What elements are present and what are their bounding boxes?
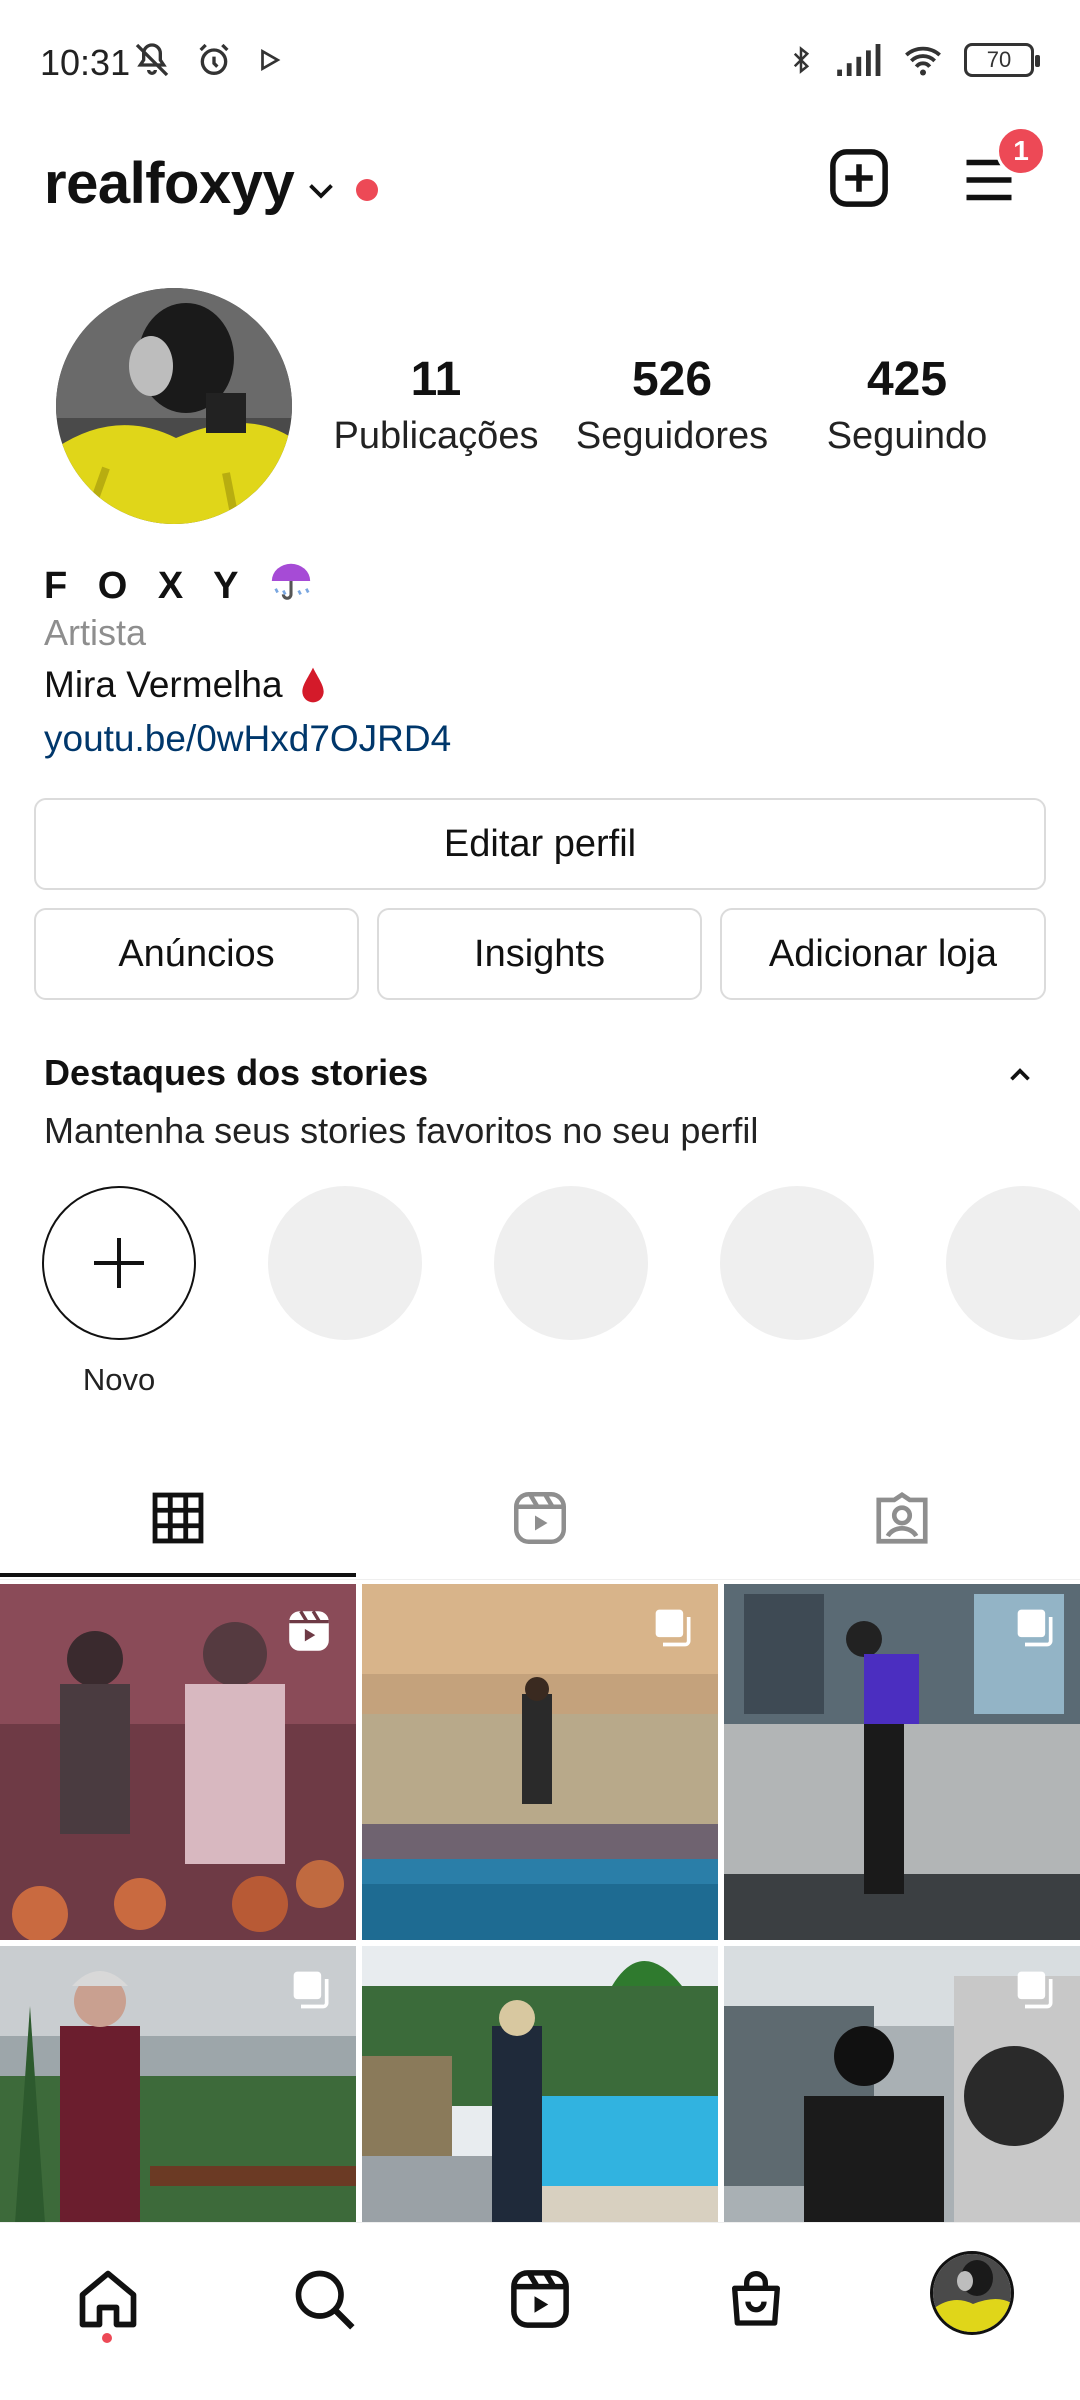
alarm-icon xyxy=(199,43,229,75)
reels-icon xyxy=(511,2270,569,2328)
battery-icon: 70 xyxy=(964,43,1040,77)
post-grid xyxy=(0,1584,1080,2224)
carousel-icon xyxy=(655,1609,691,1647)
chevron-up-icon[interactable] xyxy=(1003,1058,1037,1092)
highlights-title: Destaques dos stories xyxy=(44,1052,429,1093)
bluetooth-icon xyxy=(793,46,810,74)
status-time: 10:31 xyxy=(40,42,131,83)
highlight-placeholder xyxy=(494,1186,648,1340)
profile-tabs xyxy=(0,1460,1080,1580)
post-thumbnail[interactable] xyxy=(362,1584,718,1940)
shop-icon xyxy=(732,2271,780,2326)
post-thumbnail[interactable] xyxy=(0,1946,356,2224)
post-thumbnail[interactable] xyxy=(724,1946,1080,2224)
umbrella-icon xyxy=(272,563,311,600)
chevron-down-icon[interactable] xyxy=(303,172,339,208)
bottom-nav xyxy=(0,2222,1080,2400)
carousel-icon xyxy=(1017,1609,1053,1647)
profile-bio: Mira Vermelha xyxy=(44,664,329,706)
tab-grid[interactable] xyxy=(0,1460,356,1577)
tagged-icon xyxy=(876,1491,928,1544)
edit-profile-button[interactable]: Editar perfil xyxy=(34,798,1046,890)
profile-header: realfoxyy 1 xyxy=(0,126,1080,240)
notification-badge: 1 xyxy=(996,126,1046,176)
highlight-placeholder xyxy=(268,1186,422,1340)
ads-button[interactable]: Anúncios xyxy=(34,908,359,1000)
nav-search[interactable] xyxy=(284,2259,364,2339)
post-thumbnail[interactable] xyxy=(0,1584,356,1940)
new-highlight-button[interactable] xyxy=(42,1186,196,1340)
new-highlight-label: Novo xyxy=(82,1362,156,1397)
display-name: F O X Y xyxy=(44,558,314,608)
stat-following[interactable]: 425 Seguindo xyxy=(787,352,1027,458)
tab-tagged[interactable] xyxy=(724,1460,1080,1576)
highlight-placeholder xyxy=(946,1186,1080,1340)
stat-posts[interactable]: 11 Publicações xyxy=(316,352,556,458)
home-icon xyxy=(79,2270,137,2328)
carousel-icon xyxy=(293,1971,329,2009)
nav-shop[interactable] xyxy=(716,2259,796,2339)
profile-link[interactable]: youtu.be/0wHxd7OJRD4 xyxy=(44,718,451,760)
signal-icon xyxy=(837,44,881,76)
plus-icon xyxy=(94,1238,144,1288)
username[interactable]: realfoxyy xyxy=(44,150,295,217)
home-notification-dot xyxy=(102,2333,112,2343)
profile-avatar[interactable] xyxy=(930,2251,1014,2335)
nav-reels[interactable] xyxy=(500,2259,580,2339)
mute-icon xyxy=(135,43,169,77)
add-shop-button[interactable]: Adicionar loja xyxy=(720,908,1046,1000)
avatar[interactable] xyxy=(56,288,292,524)
drop-icon xyxy=(301,667,324,703)
add-post-icon[interactable] xyxy=(826,145,892,211)
post-thumbnail[interactable] xyxy=(362,1946,718,2224)
tab-reels[interactable] xyxy=(362,1460,718,1576)
reel-indicator-icon xyxy=(289,1610,329,1651)
reels-icon xyxy=(514,1492,566,1544)
insights-button[interactable]: Insights xyxy=(377,908,702,1000)
status-bar: 10:31 70 xyxy=(0,0,1080,130)
stat-followers[interactable]: 526 Seguidores xyxy=(552,352,792,458)
profile-category: Artista xyxy=(44,612,147,653)
unread-dot xyxy=(356,179,378,201)
highlights-subtitle: Mantenha seus stories favoritos no seu p… xyxy=(44,1110,759,1151)
profile-stats: 11 Publicações 526 Seguidores 425 Seguin… xyxy=(334,352,1040,462)
play-icon xyxy=(261,48,281,72)
highlight-placeholder xyxy=(720,1186,874,1340)
search-icon xyxy=(295,2270,355,2330)
grid-icon xyxy=(152,1492,204,1544)
wifi-icon xyxy=(905,46,941,76)
post-thumbnail[interactable] xyxy=(724,1584,1080,1940)
carousel-icon xyxy=(1017,1971,1053,2009)
nav-home[interactable] xyxy=(68,2259,148,2339)
